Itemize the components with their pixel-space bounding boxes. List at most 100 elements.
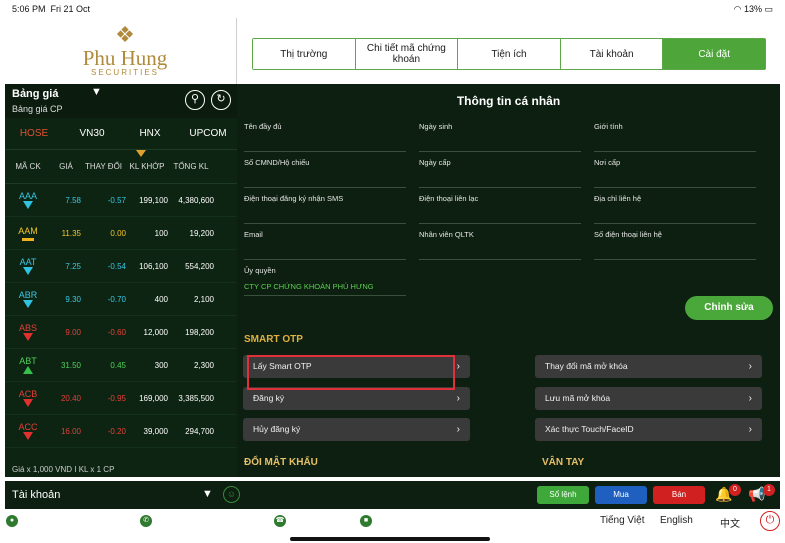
field-label: Số CMND/Hộ chiếu <box>244 158 310 167</box>
match-volume-cell: 106,100 <box>139 261 168 271</box>
chat-icon[interactable]: ■ <box>360 515 372 527</box>
home-indicator <box>290 537 490 541</box>
field-label: Tên đầy đủ <box>244 122 282 131</box>
tab-account[interactable]: Tài khoản <box>560 39 664 69</box>
total-volume-cell: 294,700 <box>185 426 214 436</box>
col-price[interactable]: GIÁ <box>51 162 81 171</box>
change-cell: 0.45 <box>110 360 126 370</box>
total-volume-cell: 198,200 <box>185 327 214 337</box>
exchange-tab-vn30[interactable]: VN30 <box>63 128 121 139</box>
info-field: Giới tính <box>594 122 756 152</box>
stock-code-cell: ABR <box>5 290 51 308</box>
phone-icon[interactable]: ✆ <box>140 515 152 527</box>
save-unlock-code-label: Lưu mã mở khóa <box>545 393 611 403</box>
col-total-volume[interactable]: TỔNG KL <box>168 162 218 171</box>
table-row[interactable]: AAM 11.35 0.00 100 19,200 <box>5 217 237 250</box>
bell-badge: 0 <box>729 484 741 496</box>
total-volume-cell: 3,385,500 <box>178 393 214 403</box>
sort-marker-icon <box>136 150 146 157</box>
total-volume-cell: 554,200 <box>185 261 214 271</box>
price-board-dropdown-icon[interactable]: ▼ <box>91 86 102 98</box>
exchange-tab-hnx[interactable]: HNX <box>121 128 179 139</box>
price-board-panel: Bảng giá ▼ Bảng giá CP ⚲ ↻ HOSE VN30 HNX… <box>5 84 237 477</box>
telephone-icon[interactable]: ☎ <box>274 515 286 527</box>
table-row[interactable]: ACB 20.40 -0.95 169,000 3,385,500 <box>5 382 237 415</box>
power-icon[interactable]: ⏻ <box>760 511 780 531</box>
info-field: Địa chỉ liên hệ <box>594 194 756 224</box>
table-row[interactable]: ABS 9.00 -0.60 12,000 198,200 <box>5 316 237 349</box>
refresh-icon[interactable]: ↻ <box>211 90 231 110</box>
info-field: Điện thoại đăng ký nhận SMS <box>244 194 406 224</box>
lang-vietnamese[interactable]: Tiếng Việt <box>600 515 644 526</box>
megaphone-badge: 1 <box>763 484 775 496</box>
header-divider <box>236 18 237 84</box>
biometric-auth-button[interactable]: Xác thực Touch/FaceID › <box>535 418 762 441</box>
price-cell: 11.35 <box>61 228 81 238</box>
col-change[interactable]: THAY ĐỔI <box>81 162 126 171</box>
info-field: Điện thoại liên lạc <box>419 194 581 224</box>
info-field: Email <box>244 230 406 260</box>
cancel-otp-label: Hủy đăng ký <box>253 424 301 434</box>
stock-code-cell: AAT <box>5 257 51 275</box>
save-unlock-code-button[interactable]: Lưu mã mở khóa › <box>535 387 762 410</box>
col-code[interactable]: MÃ CK <box>5 162 51 171</box>
chevron-right-icon: › <box>456 361 460 372</box>
fingerprint-heading[interactable]: VÂN TAY <box>542 457 584 468</box>
match-volume-cell: 199,100 <box>139 195 168 205</box>
match-volume-cell: 39,000 <box>143 426 168 436</box>
field-label: Ngày sinh <box>419 122 453 131</box>
account-selector[interactable]: Tài khoản <box>12 489 60 501</box>
table-row[interactable]: AAA 7.58 -0.57 199,100 4,380,600 <box>5 184 237 217</box>
change-unlock-code-label: Thay đổi mã mở khóa <box>545 361 628 371</box>
info-field: Ủy quyền CTY CP CHỨNG KHOÁN PHÚ HƯNG <box>244 266 406 296</box>
field-label: Nhân viên QLTK <box>419 230 474 239</box>
page-title: Thông tin cá nhân <box>456 94 561 108</box>
info-field: Số điện thoại liên hệ <box>594 230 756 260</box>
logo-mark-icon: ❖ <box>115 22 135 47</box>
table-header: MÃ CK GIÁ THAY ĐỔI KL KHỚP TỔNG KL <box>5 150 237 184</box>
user-avatar-icon[interactable]: ☺ <box>223 486 240 503</box>
trend-icon <box>23 201 33 209</box>
exchange-tab-hose[interactable]: HOSE <box>5 128 63 139</box>
order-book-button[interactable]: Sổ lệnh <box>537 486 589 504</box>
field-label: Ngày cấp <box>419 158 451 167</box>
exchange-tab-upcom[interactable]: UPCOM <box>179 128 237 139</box>
tab-market[interactable]: Thị trường <box>253 39 356 69</box>
highlight-box <box>247 355 455 390</box>
tab-utilities[interactable]: Tiện ích <box>458 39 561 69</box>
change-unlock-code-button[interactable]: Thay đổi mã mở khóa › <box>535 355 762 378</box>
stock-code: ACC <box>18 422 38 432</box>
lang-english[interactable]: English <box>660 515 693 526</box>
register-otp-button[interactable]: Đăng ký › <box>243 387 470 410</box>
brand-name: Phu Hung <box>82 46 168 70</box>
account-dropdown-icon[interactable]: ▼ <box>202 488 213 500</box>
profile-icon[interactable]: ● <box>6 515 18 527</box>
edit-button[interactable]: Chỉnh sửa <box>685 296 773 320</box>
table-row[interactable]: AAT 7.25 -0.54 106,100 554,200 <box>5 250 237 283</box>
cancel-otp-button[interactable]: Hủy đăng ký › <box>243 418 470 441</box>
stock-code-cell: AAM <box>5 226 51 241</box>
match-volume-cell: 12,000 <box>143 327 168 337</box>
sell-button[interactable]: Bán <box>653 486 705 504</box>
change-password-heading[interactable]: ĐỔI MẬT KHẨU <box>244 457 318 468</box>
tab-stock-detail[interactable]: Chi tiết mã chứng khoán <box>355 39 459 69</box>
lang-chinese[interactable]: 中文 <box>720 515 740 530</box>
info-field: Nhân viên QLTK <box>419 230 581 260</box>
col-match-volume[interactable]: KL KHỚP <box>126 162 168 171</box>
info-field: Nơi cấp <box>594 158 756 188</box>
price-cell: 9.30 <box>65 294 81 304</box>
change-cell: -0.70 <box>107 294 126 304</box>
trend-icon <box>23 267 33 275</box>
change-cell: 0.00 <box>110 228 126 238</box>
field-label: Email <box>244 230 263 239</box>
table-row[interactable]: ABT 31.50 0.45 300 2,300 <box>5 349 237 382</box>
tab-settings[interactable]: Cài đặt <box>663 39 765 69</box>
table-row[interactable]: ACC 16.00 -0.20 39,000 294,700 <box>5 415 237 448</box>
table-row[interactable]: ABR 9.30 -0.70 400 2,100 <box>5 283 237 316</box>
stock-code: AAA <box>18 191 37 201</box>
chevron-right-icon: › <box>456 393 460 404</box>
search-icon[interactable]: ⚲ <box>185 90 205 110</box>
register-otp-label: Đăng ký <box>253 393 285 403</box>
total-volume-cell: 2,100 <box>193 294 214 304</box>
buy-button[interactable]: Mua <box>595 486 647 504</box>
